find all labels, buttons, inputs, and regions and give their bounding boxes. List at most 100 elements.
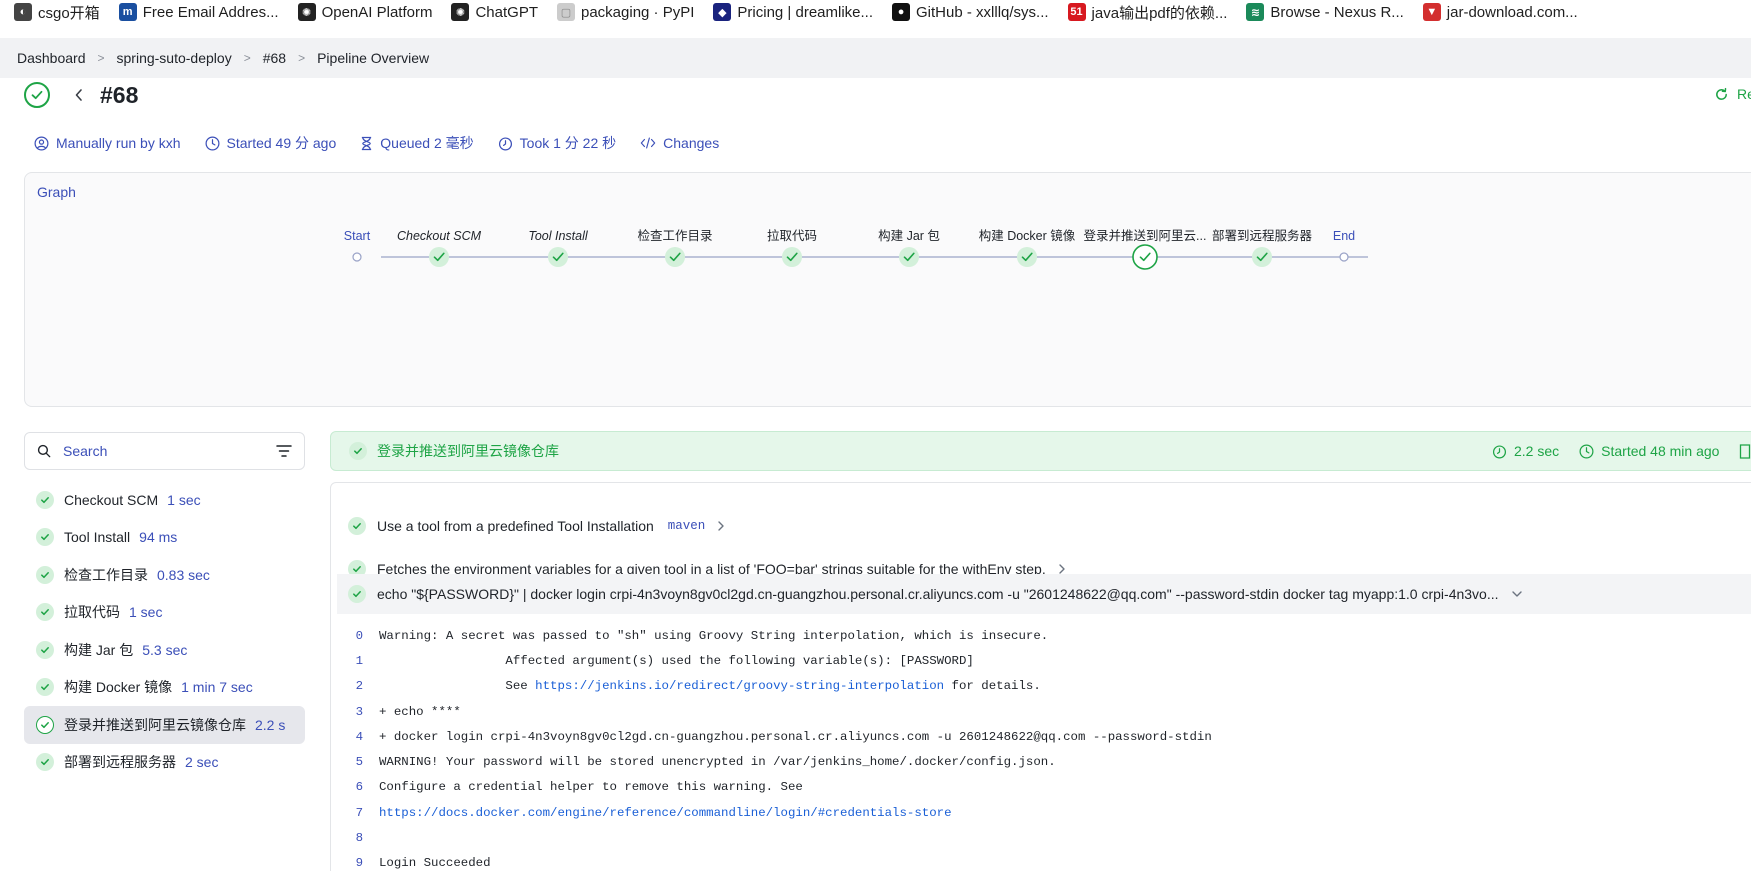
step-row[interactable]: Use a tool from a predefined Tool Instal…	[331, 506, 1751, 546]
selected-stage-header: 登录并推送到阿里云镜像仓库 2.2 sec Started 48 min ago	[330, 431, 1751, 471]
stage-list: Checkout SCM 1 sec Tool Install 94 ms 检查工作目录…	[24, 481, 305, 781]
success-check-icon	[36, 715, 54, 734]
log-line-number[interactable]: 6	[331, 780, 373, 794]
search-icon	[37, 444, 51, 458]
step-row-expanded[interactable]: echo "${PASSWORD}" | docker login crpi-4…	[337, 574, 1751, 614]
stage-list-item[interactable]: 构建 Docker 镜像 1 min 7 sec	[24, 669, 305, 707]
graph-stage-node[interactable]: 登录并推送到阿里云...	[1084, 228, 1207, 270]
timer-icon	[1492, 444, 1507, 458]
log-text-after: for details.	[944, 679, 1041, 694]
started-text: Started 49 分 ago	[226, 135, 337, 151]
bookmark-label: csgo开箱	[38, 4, 100, 22]
breadcrumb-job[interactable]: spring-suto-deploy	[117, 50, 232, 66]
breadcrumb-dashboard[interactable]: Dashboard	[17, 50, 86, 66]
selected-stage-title: 登录并推送到阿里云镜像仓库	[377, 443, 559, 459]
graph-node-label: 构建 Jar 包	[878, 228, 940, 243]
log-line-text: Configure a credential helper to remove …	[373, 780, 803, 794]
took-text: Took 1 分 22 秒	[519, 135, 617, 151]
queued-info: Queued 2 毫秒	[360, 133, 474, 153]
stage-list-item[interactable]: 登录并推送到阿里云镜像仓库 2.2 s	[24, 706, 305, 744]
log-line-number[interactable]: 0	[331, 629, 373, 643]
stage-name: 检查工作目录	[64, 566, 148, 583]
bookmark-item[interactable]: ✺ ChatGPT	[451, 0, 538, 24]
bookmark-item[interactable]: ✺ OpenAI Platform	[297, 0, 433, 24]
breadcrumb-build[interactable]: #68	[263, 50, 286, 66]
search-input[interactable]	[63, 443, 253, 459]
stage-name: Tool Install	[64, 529, 131, 546]
took-info: Took 1 分 22 秒	[498, 133, 617, 153]
graph-stage-node[interactable]: 构建 Jar 包	[878, 228, 940, 267]
graph-node-label: Checkout SCM	[397, 229, 482, 243]
success-check-icon	[348, 585, 366, 603]
bookmark-item[interactable]: ▢ packaging · PyPI	[557, 0, 694, 24]
success-check-icon	[36, 640, 54, 659]
bookmark-item[interactable]: ◐ csgo开箱	[14, 0, 100, 24]
clock-icon	[1579, 444, 1594, 458]
graph-stage-node[interactable]: 检查工作目录	[637, 228, 713, 267]
log-link[interactable]: https://docs.docker.com/engine/reference…	[379, 806, 952, 820]
timer-icon	[498, 136, 512, 150]
bookmark-item[interactable]: ▼ jar-download.com...	[1422, 0, 1578, 24]
chevron-down-icon	[1511, 591, 1522, 597]
stage-list-item[interactable]: 拉取代码 1 sec	[24, 594, 305, 632]
back-chevron-icon[interactable]	[72, 85, 86, 105]
bookmark-label: packaging · PyPI	[581, 3, 695, 21]
log-line-number[interactable]: 1	[331, 654, 373, 668]
success-check-icon	[36, 565, 54, 584]
openai-icon: ✺	[297, 3, 316, 21]
log-line-number[interactable]: 4	[331, 730, 373, 744]
graph-stage-node[interactable]: Checkout SCM	[397, 229, 482, 267]
graph-terminal-dot	[1339, 252, 1349, 262]
breadcrumb-pipeline-overview[interactable]: Pipeline Overview	[317, 50, 429, 66]
stage-name: 部署到远程服务器	[64, 754, 176, 771]
rerun-button[interactable]: Re	[1714, 86, 1751, 102]
log-line-number[interactable]: 5	[331, 755, 373, 769]
pipeline-graph-canvas: Start Checkout SCM Tool Install 检查工作目录 拉取代码 构…	[344, 228, 1368, 270]
log-link[interactable]: https://jenkins.io/redirect/groovy-strin…	[535, 679, 944, 693]
stage-search	[24, 432, 305, 470]
log-line-text: Login Succeeded	[373, 856, 491, 870]
log-line: 1 Affected argument(s) used the followin…	[331, 648, 1751, 673]
dreamlike-icon: ◆	[713, 3, 732, 21]
step-text: Use a tool from a predefined Tool Instal…	[377, 518, 654, 534]
graph-stage-node[interactable]: 拉取代码	[767, 228, 817, 267]
stage-list-item[interactable]: 检查工作目录 0.83 sec	[24, 556, 305, 594]
graph-stage-node[interactable]: Tool Install	[528, 229, 589, 267]
stage-duration: 1 min 7 sec	[181, 679, 253, 696]
started-info: Started 49 分 ago	[205, 133, 337, 153]
log-line-number[interactable]: 7	[331, 806, 373, 820]
filter-icon[interactable]	[276, 444, 292, 458]
log-line-text: https://docs.docker.com/engine/reference…	[373, 806, 952, 820]
log-text: + docker login crpi-4n3voyn8gv0cl2gd.cn-…	[379, 729, 1212, 744]
stage-list-item[interactable]: 部署到远程服务器 2 sec	[24, 744, 305, 782]
graph-stage-node[interactable]: 部署到远程服务器	[1212, 228, 1313, 267]
bookmark-item[interactable]: ◆ Pricing | dreamlike...	[713, 0, 873, 24]
bookmark-item[interactable]: ● GitHub - xxlllq/sys...	[892, 0, 1049, 24]
bookmark-label: OpenAI Platform	[321, 3, 433, 21]
log-line-number[interactable]: 8	[331, 831, 373, 845]
graph-terminal-node: Start	[344, 229, 371, 262]
stage-list-item[interactable]: 构建 Jar 包 5.3 sec	[24, 631, 305, 669]
log-line-number[interactable]: 9	[331, 856, 373, 870]
stage-list-item[interactable]: Checkout SCM 1 sec	[24, 481, 305, 519]
graph-stage-node[interactable]: 构建 Docker 镜像	[979, 228, 1076, 267]
bookmark-item[interactable]: 51 java输出pdf的依赖...	[1067, 0, 1227, 24]
log-line: 4 + docker login crpi-4n3voyn8gv0cl2gd.cn…	[331, 724, 1751, 749]
bookmark-item[interactable]: m Free Email Addres...	[118, 0, 279, 24]
stage-list-item[interactable]: Tool Install 94 ms	[24, 519, 305, 557]
refresh-icon	[1716, 87, 1727, 100]
queued-text: Queued 2 毫秒	[380, 135, 474, 151]
log-line-number[interactable]: 2	[331, 679, 373, 693]
log-text: Login Succeeded	[379, 856, 491, 871]
trigger-text: Manually run by kxh	[56, 135, 181, 151]
stage-name: 拉取代码	[64, 604, 120, 621]
chevron-right-icon	[718, 521, 725, 531]
document-icon[interactable]	[1739, 443, 1751, 459]
changes-link[interactable]: Changes	[640, 135, 719, 151]
log-line-number[interactable]: 3	[331, 705, 373, 719]
step-text: echo "${PASSWORD}" | docker login crpi-4…	[377, 586, 1499, 602]
bookmark-item[interactable]: ≋ Browse - Nexus R...	[1246, 0, 1404, 24]
graph-node-label: 登录并推送到阿里云...	[1084, 228, 1207, 243]
log-line: 9 Login Succeeded	[331, 851, 1751, 871]
success-check-icon	[1132, 244, 1158, 270]
